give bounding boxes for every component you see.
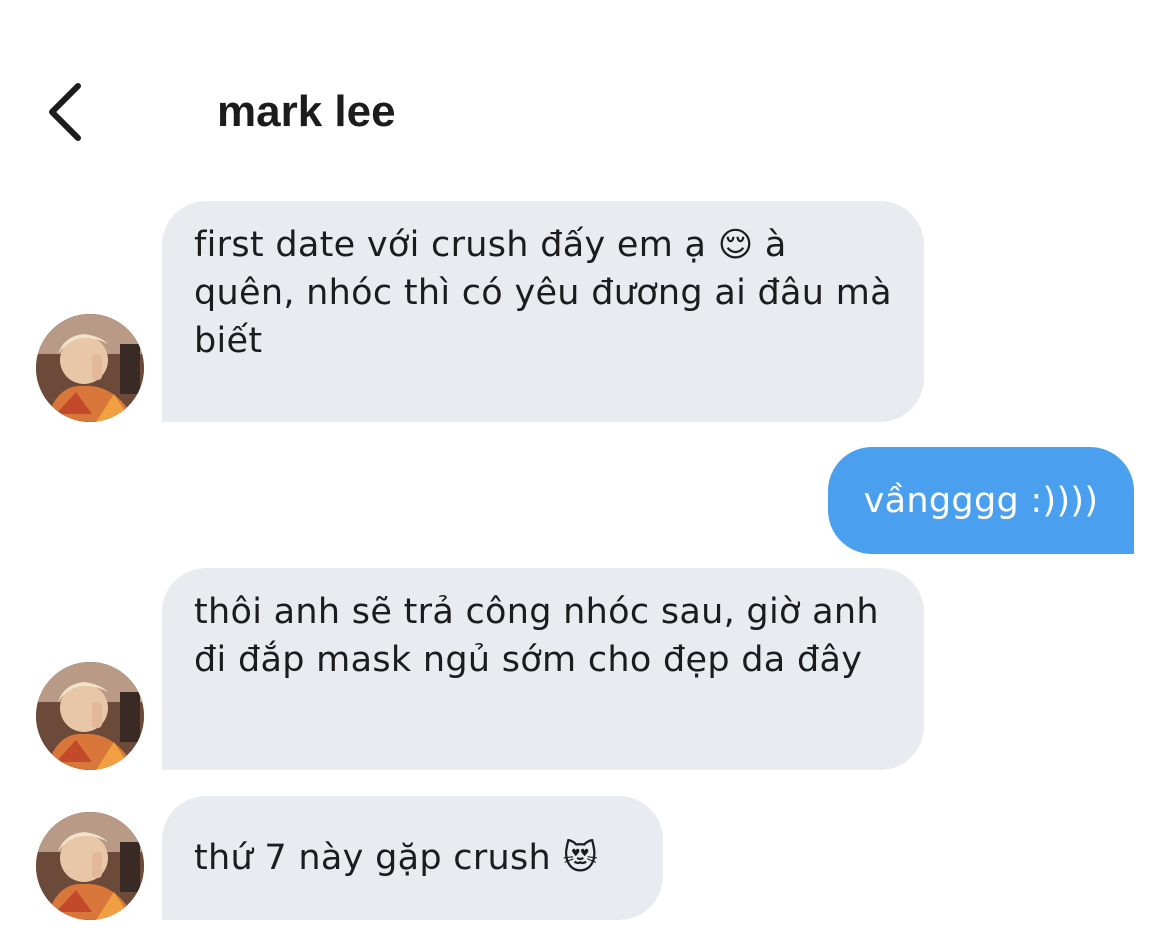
avatar[interactable] [36, 314, 144, 422]
outgoing-message-1[interactable]: vầngggg :)))) [828, 447, 1134, 554]
message-text: thứ 7 này gặp crush [194, 838, 563, 878]
incoming-message-3[interactable]: thứ 7 này gặp crush 😻 [162, 796, 663, 920]
back-button[interactable] [38, 80, 98, 144]
avatar[interactable] [36, 812, 144, 920]
chat-screen: mark lee first date với crush đấy em ạ 😌… [0, 0, 1169, 932]
avatar[interactable] [36, 662, 144, 770]
avatar-photo [36, 314, 144, 422]
message-text: first date với crush đấy em ạ [194, 225, 718, 265]
incoming-message-1[interactable]: first date với crush đấy em ạ 😌 à quên, … [162, 201, 924, 422]
contact-name: mark lee [217, 87, 396, 136]
chat-header: mark lee [0, 60, 1169, 170]
incoming-message-2[interactable]: thôi anh sẽ trả công nhóc sau, giờ anh đ… [162, 568, 924, 770]
avatar-photo [36, 812, 144, 920]
chevron-left-icon [49, 83, 81, 141]
heart-eyes-cat-emoji-icon: 😻 [562, 838, 599, 878]
avatar-photo [36, 662, 144, 770]
relieved-face-emoji-icon: 😌 [717, 225, 754, 265]
message-text: vầngggg :)))) [863, 480, 1099, 521]
message-text: thôi anh sẽ trả công nhóc sau, giờ anh đ… [194, 592, 879, 680]
